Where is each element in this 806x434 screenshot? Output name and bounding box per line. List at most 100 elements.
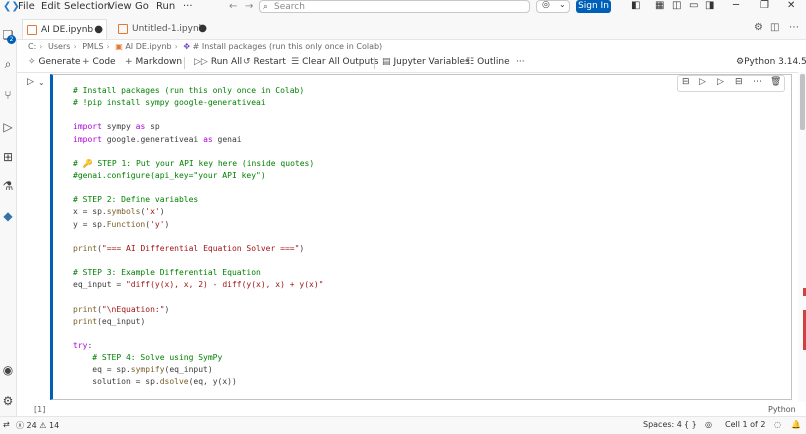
search-input[interactable]: ⌕ Search	[259, 0, 530, 13]
code-line[interactable]: ​	[73, 389, 323, 399]
run-all-button[interactable]: ▷▷ Run All	[194, 57, 242, 67]
split-editor-icon[interactable]: ◫	[770, 22, 779, 33]
search-icon: ⌕	[263, 2, 269, 12]
code-line[interactable]: ​	[73, 255, 323, 267]
testing-icon[interactable]: ⚗	[1, 179, 15, 193]
breadcrumb-cell[interactable]: # Install packages (run this only once i…	[193, 42, 383, 51]
tab-ai-de[interactable]: AI DE.ipynb ●	[22, 19, 107, 39]
unsaved-dot-icon[interactable]: ●	[198, 19, 207, 39]
execute-above-icon[interactable]: ▷	[699, 77, 706, 87]
source-control-icon[interactable]: ⑂	[1, 88, 15, 102]
minimize-icon[interactable]: ─	[733, 0, 739, 11]
code-line[interactable]: # STEP 4: Solve using SymPy	[73, 352, 323, 364]
code-line[interactable]: # STEP 3: Example Differential Equation	[73, 267, 323, 279]
code-line[interactable]: # Install packages (run this only once i…	[73, 85, 323, 97]
menu-go[interactable]: Go	[135, 1, 149, 12]
code-line[interactable]: print("=== AI Differential Equation Solv…	[73, 243, 323, 255]
kernel-picker[interactable]: ⚙Python 3.14.5	[736, 57, 806, 67]
forward-arrow-icon[interactable]: →	[245, 1, 253, 12]
menu-view[interactable]: View	[108, 1, 132, 12]
sign-in-button[interactable]: Sign In	[576, 0, 611, 13]
more-actions-icon[interactable]: ⋯	[789, 22, 799, 33]
split-cell-icon[interactable]: ⊟	[735, 77, 743, 87]
generate-button[interactable]: ✧ Generate	[28, 57, 81, 67]
code-line[interactable]: eq_input = "diff(y(x), x, 2) - diff(y(x)…	[73, 279, 323, 291]
code-line[interactable]: ​	[73, 231, 323, 243]
unsaved-dot-icon[interactable]: ●	[94, 20, 103, 40]
copilot-status-icon[interactable]: ◎	[705, 420, 712, 429]
back-arrow-icon[interactable]: ←	[229, 1, 237, 12]
code-line[interactable]: import sympy as sp	[73, 121, 323, 133]
warning-count: 14	[49, 421, 60, 430]
menu-file[interactable]: File	[18, 1, 35, 12]
execute-below-icon[interactable]: ▷	[717, 77, 724, 87]
code-line[interactable]: #genai.configure(api_key="your API key")	[73, 170, 323, 182]
code-line[interactable]: # !pip install sympy google-generativeai	[73, 97, 323, 109]
code-cell[interactable]: # Install packages (run this only once i…	[50, 74, 792, 400]
tab-label: Untitled-1.ipynb	[132, 24, 205, 34]
toggle-sidebar-icon[interactable]: ◫	[672, 0, 681, 11]
cell-position[interactable]: Cell 1 of 2	[725, 420, 765, 429]
code-line[interactable]: print(eq_input)	[73, 316, 323, 328]
run-by-line-icon[interactable]: ⊟	[682, 77, 690, 87]
code-line[interactable]: ​	[73, 328, 323, 340]
tab-untitled[interactable]: Untitled-1.ipynb ●	[114, 19, 210, 39]
breadcrumb-file[interactable]: AI DE.ipynb	[125, 42, 171, 51]
code-line[interactable]: # 🔑 STEP 1: Put your API key here (insid…	[73, 158, 323, 170]
remote-icon[interactable]: ⇄	[3, 420, 10, 429]
menu-more[interactable]: ···	[183, 1, 193, 12]
search-icon[interactable]: ⌕	[1, 57, 15, 71]
scrollbar-thumb[interactable]	[800, 74, 805, 130]
cell-language[interactable]: Python	[768, 405, 796, 414]
run-cell-button[interactable]: ▷	[27, 77, 34, 87]
toolbar-more-button[interactable]: ···	[516, 57, 525, 67]
code-line[interactable]: y = sp.Function('y')	[73, 219, 323, 231]
restore-icon[interactable]: ❐	[760, 0, 769, 11]
menu-run[interactable]: Run	[156, 1, 175, 12]
toggle-secondary-sidebar-icon[interactable]: ◨	[705, 0, 714, 11]
python-icon[interactable]: ◆	[1, 209, 15, 223]
extensions-icon[interactable]: ⊞	[1, 150, 15, 164]
add-markdown-button[interactable]: + Markdown	[125, 57, 182, 67]
toggle-panel-icon[interactable]: ▭	[689, 0, 698, 11]
code-line[interactable]: # STEP 2: Define variables	[73, 194, 323, 206]
settings-gear-icon[interactable]: ⚙	[754, 22, 763, 33]
copilot-button[interactable]: ◎ ⌄	[536, 0, 570, 13]
settings-gear-icon[interactable]: ⚙	[1, 394, 15, 408]
problems-indicator[interactable]: ⓧ 24 ⚠ 14	[16, 420, 59, 431]
code-line[interactable]: try:	[73, 340, 323, 352]
delete-cell-icon[interactable]: 🗑	[770, 77, 781, 87]
code-editor[interactable]: # Install packages (run this only once i…	[73, 85, 323, 399]
customize-layout-icon[interactable]: ▦	[655, 0, 664, 11]
language-status[interactable]: { }	[684, 420, 697, 429]
code-line[interactable]: print("\nEquation:")	[73, 304, 323, 316]
code-line[interactable]: ​	[73, 291, 323, 303]
indentation-status[interactable]: Spaces: 4	[643, 420, 682, 429]
code-line[interactable]: ​	[73, 109, 323, 121]
notifications-bell-icon[interactable]: 🔔	[791, 420, 801, 429]
outline-button[interactable]: ☷ Outline	[466, 57, 510, 67]
run-debug-icon[interactable]: ▷	[1, 120, 15, 134]
menu-selection[interactable]: Selection	[64, 1, 110, 12]
menu-edit[interactable]: Edit	[41, 1, 60, 12]
code-line[interactable]: ​	[73, 182, 323, 194]
account-icon[interactable]: ◉	[1, 363, 15, 377]
close-icon[interactable]: ✕	[787, 0, 795, 11]
code-line[interactable]: ​	[73, 146, 323, 158]
add-code-button[interactable]: + Code	[82, 57, 116, 67]
more-icon[interactable]: ⋯	[753, 77, 762, 87]
code-line[interactable]: x = sp.symbols('x')	[73, 206, 323, 218]
breadcrumb-drive[interactable]: C:	[28, 42, 36, 51]
feedback-icon[interactable]: ◌	[774, 420, 781, 429]
code-line[interactable]: solution = sp.dsolve(eq, y(x))	[73, 376, 323, 388]
variables-button[interactable]: ▤ Jupyter Variables	[382, 57, 470, 67]
breadcrumb-users[interactable]: Users	[48, 42, 70, 51]
code-line[interactable]: import google.generativeai as genai	[73, 134, 323, 146]
clear-outputs-button[interactable]: ☰ Clear All Outputs	[291, 57, 378, 67]
code-line[interactable]: eq = sp.sympify(eq_input)	[73, 364, 323, 376]
copilot-chat-icon[interactable]: ◧	[631, 0, 640, 11]
chevron-down-icon[interactable]: ⌄	[38, 78, 45, 87]
explorer-badge: 2	[7, 35, 16, 44]
breadcrumb-pmls[interactable]: PMLS	[82, 42, 103, 51]
restart-button[interactable]: ↺ Restart	[243, 57, 286, 67]
